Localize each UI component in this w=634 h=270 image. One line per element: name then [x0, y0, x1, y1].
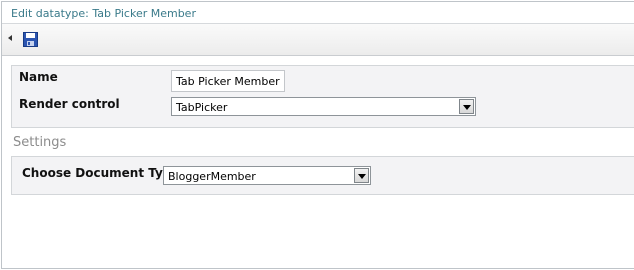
document-type-value: BloggerMember	[168, 170, 256, 183]
render-control-label: Render control	[19, 97, 120, 111]
left-arrow-icon[interactable]	[8, 35, 12, 41]
settings-heading: Settings	[13, 135, 67, 150]
document-type-select[interactable]: BloggerMember	[163, 166, 371, 185]
settings-panel: Choose Document Type: BloggerMember	[11, 156, 634, 195]
name-input-value: Tab Picker Member	[176, 75, 280, 88]
properties-panel: Name Tab Picker Member Render control Ta…	[11, 65, 634, 128]
edit-datatype-window: Edit datatype: Tab Picker Member Name Ta…	[1, 1, 634, 269]
name-input[interactable]: Tab Picker Member	[171, 70, 285, 92]
floppy-disk-icon[interactable]	[23, 32, 38, 47]
document-type-label: Choose Document Type:	[22, 166, 185, 180]
chevron-down-icon[interactable]	[459, 99, 474, 114]
chevron-down-icon[interactable]	[354, 168, 369, 183]
name-label: Name	[19, 70, 58, 84]
render-control-select[interactable]: TabPicker	[171, 97, 476, 116]
page-title: Edit datatype: Tab Picker Member	[11, 7, 196, 20]
title-bar: Edit datatype: Tab Picker Member	[2, 2, 634, 24]
render-control-value: TabPicker	[176, 101, 228, 114]
toolbar	[2, 24, 634, 56]
